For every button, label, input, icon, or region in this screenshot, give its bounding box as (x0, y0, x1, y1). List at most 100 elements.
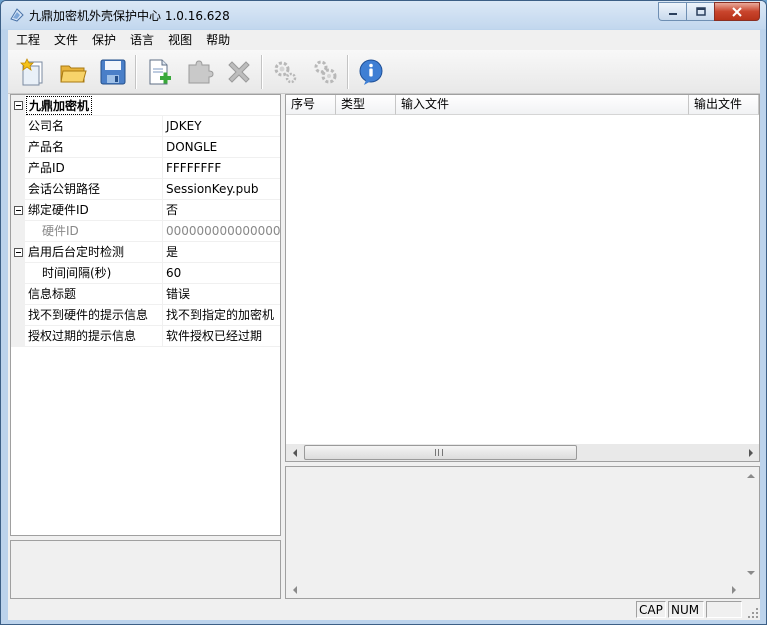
app-icon (10, 8, 24, 22)
property-row[interactable]: 硬件ID 00000000000000000 (11, 221, 280, 242)
scrollbar-thumb[interactable] (304, 445, 577, 460)
puzzle-icon (188, 59, 214, 83)
resize-grip-icon[interactable] (746, 606, 760, 620)
property-value[interactable]: FFFFFFFF (162, 158, 280, 179)
menu-help[interactable]: 帮助 (198, 30, 236, 50)
property-row[interactable]: 产品名 DONGLE (11, 137, 280, 158)
property-group-timer-check[interactable]: 启用后台定时检测 是 (11, 242, 280, 263)
about-button[interactable] (351, 52, 391, 92)
menu-protect[interactable]: 保护 (84, 30, 122, 50)
scroll-up-button[interactable] (742, 467, 759, 484)
new-project-button[interactable] (13, 52, 53, 92)
settings-button[interactable] (305, 52, 345, 92)
open-button[interactable] (53, 52, 93, 92)
scroll-down-button[interactable] (742, 564, 759, 581)
horizontal-scrollbar[interactable] (286, 581, 742, 598)
collapse-toggle[interactable] (14, 101, 23, 110)
property-group-root[interactable]: 九鼎加密机 (11, 95, 280, 116)
toolbar (8, 50, 760, 94)
maximize-button[interactable] (686, 2, 714, 21)
property-name: 产品ID (28, 161, 65, 175)
new-project-icon (20, 57, 43, 85)
scroll-right-button[interactable] (742, 444, 759, 461)
column-header-input-file[interactable]: 输入文件 (396, 95, 689, 115)
vertical-scrollbar[interactable] (742, 467, 759, 581)
menu-file[interactable]: 文件 (46, 30, 84, 50)
scrollbar-grip (435, 449, 443, 456)
column-header-type[interactable]: 类型 (336, 95, 396, 115)
property-description-pane (10, 540, 281, 599)
property-name: 会话公钥路径 (28, 182, 101, 196)
scroll-left-button[interactable] (286, 581, 303, 598)
property-value[interactable]: 是 (162, 242, 280, 263)
output-pane[interactable] (285, 466, 760, 599)
arrow-left-icon (292, 448, 297, 457)
property-value[interactable]: 00000000000000000 (162, 221, 280, 242)
client-area: 九鼎加密机 公司名 JDKEY 产品名 DONGLE 产品ID FFFFFFFF… (8, 94, 760, 599)
open-folder-icon (60, 65, 87, 82)
menu-language[interactable]: 语言 (122, 30, 160, 50)
property-group-bind-hardware[interactable]: 绑定硬件ID 否 (11, 200, 280, 221)
save-disk-icon (100, 59, 126, 84)
collapse-toggle[interactable] (14, 206, 23, 215)
property-row[interactable]: 公司名 JDKEY (11, 116, 280, 137)
property-name: 产品名 (28, 140, 65, 154)
property-grid[interactable]: 九鼎加密机 公司名 JDKEY 产品名 DONGLE 产品ID FFFFFFFF… (10, 94, 281, 536)
save-button[interactable] (93, 52, 133, 92)
property-row[interactable]: 产品ID FFFFFFFF (11, 158, 280, 179)
gear-icon (274, 61, 297, 83)
arrow-up-icon (746, 473, 755, 478)
property-value[interactable]: 60 (162, 263, 280, 284)
property-value[interactable]: 找不到指定的加密机 (162, 305, 280, 326)
column-header-output-file[interactable]: 输出文件 (689, 95, 759, 115)
property-row[interactable]: 授权过期的提示信息 软件授权已经过期 (11, 326, 280, 347)
property-value[interactable]: DONGLE (162, 137, 280, 158)
toolbar-separator (261, 54, 263, 89)
arrow-right-icon (731, 585, 736, 594)
menu-view[interactable]: 视图 (160, 30, 198, 50)
property-name: 绑定硬件ID (28, 203, 89, 217)
add-file-icon (149, 59, 171, 84)
close-icon (732, 6, 742, 17)
scroll-right-button[interactable] (725, 581, 742, 598)
menu-project[interactable]: 工程 (8, 30, 46, 50)
horizontal-scrollbar[interactable] (286, 444, 759, 461)
close-button[interactable] (714, 2, 760, 21)
property-value[interactable]: SessionKey.pub (162, 179, 280, 200)
status-num: NUM (668, 601, 704, 618)
window-title: 九鼎加密机外壳保护中心 1.0.16.628 (29, 9, 230, 23)
menu-bar: 工程 文件 保护 语言 视图 帮助 (8, 30, 760, 50)
file-list[interactable]: 序号 类型 输入文件 输出文件 (285, 94, 760, 462)
property-value[interactable]: 否 (162, 200, 280, 221)
property-row[interactable]: 信息标题 错误 (11, 284, 280, 305)
property-row[interactable]: 会话公钥路径 SessionKey.pub (11, 179, 280, 200)
arrow-left-icon (292, 585, 297, 594)
property-value[interactable]: 软件授权已经过期 (162, 326, 280, 347)
property-name: 授权过期的提示信息 (28, 329, 137, 343)
property-name: 信息标题 (28, 287, 77, 301)
property-name: 启用后台定时检测 (28, 245, 125, 259)
scroll-left-button[interactable] (286, 444, 303, 461)
arrow-right-icon (748, 448, 753, 457)
toolbar-separator (135, 54, 137, 89)
property-root-label: 九鼎加密机 (26, 96, 93, 115)
protect-button[interactable] (179, 52, 219, 92)
property-value[interactable]: 错误 (162, 284, 280, 305)
status-scroll (706, 601, 742, 618)
title-bar[interactable]: 九鼎加密机外壳保护中心 1.0.16.628 (1, 1, 766, 29)
info-icon (359, 59, 383, 85)
property-value[interactable]: JDKEY (162, 116, 280, 137)
maximize-icon (695, 7, 706, 16)
column-header-index[interactable]: 序号 (286, 95, 336, 115)
minimize-icon (668, 12, 677, 15)
collapse-toggle[interactable] (14, 248, 23, 257)
build-button[interactable] (265, 52, 305, 92)
add-file-button[interactable] (139, 52, 179, 92)
gear-settings-icon (314, 60, 337, 83)
minimize-button[interactable] (658, 2, 686, 21)
property-row[interactable]: 找不到硬件的提示信息 找不到指定的加密机 (11, 305, 280, 326)
status-cap: CAP (636, 601, 666, 618)
property-name: 找不到硬件的提示信息 (28, 308, 149, 322)
property-row[interactable]: 时间间隔(秒) 60 (11, 263, 280, 284)
delete-button[interactable] (219, 52, 259, 92)
